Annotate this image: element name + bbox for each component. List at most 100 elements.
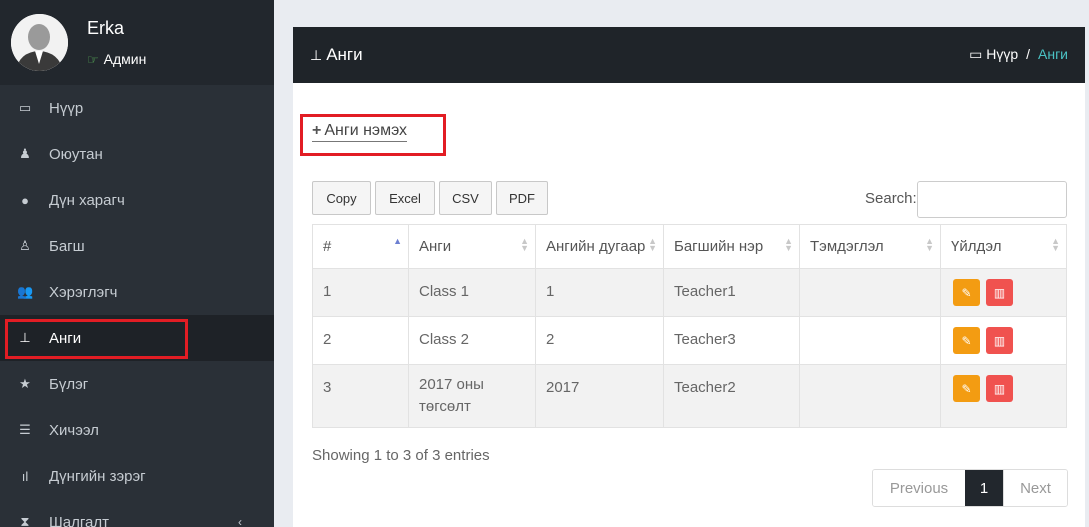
table-cell: 2 (312, 316, 409, 365)
table-cell: Class 2 (408, 316, 536, 365)
table-header-row: # ▲ Анги ▲ ▼ Ангийн дугаар ▲ ▼ Багшийн нэр ▲ ▼ … (312, 224, 1067, 269)
sidebar-item-label: Хичээл (49, 421, 99, 439)
sort-icon: ▲ ▼ (1051, 236, 1060, 253)
sidebar-item-label: Дүнгийн зэрэг (49, 467, 146, 485)
sidebar-item-teacher[interactable]: ♙ Багш (0, 223, 274, 269)
column-header-label: Ангийн дугаар (546, 238, 646, 255)
student-icon: ♟ (19, 146, 31, 161)
sidebar-item-label: Хэрэглэгч (49, 283, 118, 301)
breadcrumb-home[interactable]: Нүүр (986, 46, 1018, 62)
table-cell: 2017 (535, 364, 664, 428)
panel-header: ⊥ Анги ▭ Нүүр / Анги (293, 27, 1085, 83)
book-icon: ☰ (19, 422, 31, 437)
table-cell: 3 (312, 364, 409, 428)
edit-icon[interactable]: ✎ (953, 327, 980, 354)
highlight-box-sidebar (5, 319, 188, 359)
column-header[interactable]: Багшийн нэр ▲ ▼ (663, 224, 800, 269)
sidebar-item-label: Багш (49, 237, 85, 255)
breadcrumb-current: Анги (1038, 46, 1068, 62)
sort-icon: ▲ ▼ (648, 236, 657, 253)
table-cell (799, 268, 941, 317)
hourglass-icon: ⧗ (20, 514, 30, 527)
pagination: Previous 1 Next (872, 469, 1068, 507)
table-info: Showing 1 to 3 of 3 entries (312, 447, 490, 464)
sidebar-item-lesson[interactable]: ☰ Хичээл (0, 407, 274, 453)
trash-icon[interactable]: ▥ (986, 279, 1013, 306)
table-cell: Teacher3 (663, 316, 800, 365)
sort-icon: ▲ ▼ (784, 236, 793, 253)
column-header[interactable]: Ангийн дугаар ▲ ▼ (535, 224, 664, 269)
table-row: 1 Class 1 1 Teacher1 ✎ ▥ (312, 268, 1067, 317)
copy-button[interactable]: Copy (312, 181, 371, 215)
highlight-box-add (300, 114, 446, 156)
pdf-button[interactable]: PDF (496, 181, 548, 215)
edit-icon[interactable]: ✎ (953, 279, 980, 306)
sort-icon: ▲ ▼ (925, 236, 934, 253)
column-header[interactable]: Үйлдэл ▲ ▼ (940, 224, 1067, 269)
star-icon: ★ (19, 376, 31, 391)
teacher-icon: ♙ (19, 238, 31, 253)
table-cell: Teacher2 (663, 364, 800, 428)
table-row: 3 2017 оны төгсөлт 2017 Teacher2 ✎ ▥ (312, 364, 1067, 428)
sidebar-item-users[interactable]: 👥 Хэрэглэгч (0, 269, 274, 315)
page-title: ⊥ Анги (310, 45, 363, 65)
column-header-label: # (323, 238, 332, 255)
sidebar-item-student[interactable]: ♟ Оюутан (0, 131, 274, 177)
class-table: # ▲ Анги ▲ ▼ Ангийн дугаар ▲ ▼ Багшийн нэр ▲ ▼ … (312, 224, 1067, 428)
laptop-icon: ▭ (969, 46, 983, 62)
column-header[interactable]: Тэмдэглэл ▲ ▼ (799, 224, 941, 269)
sidebar-item-label: Шалгалт (49, 513, 109, 527)
column-header[interactable]: Анги ▲ ▼ (408, 224, 536, 269)
sidebar-item-grade-level[interactable]: ıl Дүнгийн зэрэг (0, 453, 274, 499)
users-icon: 👥 (17, 284, 34, 299)
signal-icon: ıl (21, 468, 29, 484)
sort-asc-icon: ▲ (393, 236, 402, 246)
column-header-label: Үйлдэл (951, 238, 1002, 255)
column-header-label: Багшийн нэр (674, 238, 764, 255)
next-button[interactable]: Next (1003, 470, 1067, 506)
search-label: Search: (865, 190, 917, 207)
table-cell: 2 (535, 316, 664, 365)
sidebar-item-label: Бүлэг (49, 375, 89, 393)
sitemap-icon: ⊥ (310, 46, 323, 63)
table-cell: 1 (535, 268, 664, 317)
sidebar-item-label: Нүүр (49, 99, 84, 117)
edit-icon[interactable]: ✎ (953, 375, 980, 402)
sidebar-item-label: Оюутан (49, 145, 103, 163)
previous-button[interactable]: Previous (873, 470, 965, 506)
sidebar-item-home[interactable]: ▭ Нүүр (0, 85, 274, 131)
csv-button[interactable]: CSV (439, 181, 492, 215)
table-cell: 2017 оны төгсөлт (408, 364, 536, 428)
column-header-label: Тэмдэглэл (810, 238, 884, 255)
column-header-label: Анги (419, 238, 452, 255)
sidebar-nav: ▭ Нүүр ♟ Оюутан ● Дүн харагч ♙ Багш 👥 Хэрэглэ… (0, 85, 274, 527)
user-name: Erka (87, 18, 125, 38)
actions-cell: ✎ ▥ (940, 268, 1067, 317)
user-role: ☞ Админ (87, 51, 146, 68)
sort-icon: ▲ ▼ (520, 236, 529, 253)
page-button[interactable]: 1 (965, 470, 1003, 506)
search-input[interactable] (917, 181, 1067, 218)
actions-cell: ✎ ▥ (940, 364, 1067, 428)
sidebar-item-group[interactable]: ★ Бүлэг (0, 361, 274, 407)
excel-button[interactable]: Excel (375, 181, 435, 215)
sidebar-item-grade-viewer[interactable]: ● Дүн харагч (0, 177, 274, 223)
hand-pointer-icon: ☞ (87, 52, 99, 67)
user-role-label: Админ (103, 51, 147, 67)
chevron-left-icon[interactable]: ‹ (238, 515, 242, 527)
table-row: 2 Class 2 2 Teacher3 ✎ ▥ (312, 316, 1067, 365)
trash-icon[interactable]: ▥ (986, 375, 1013, 402)
avatar[interactable] (11, 14, 68, 71)
table-cell: Class 1 (408, 268, 536, 317)
breadcrumb-separator: / (1026, 46, 1030, 62)
sidebar-item-exam[interactable]: ⧗ Шалгалт ‹ (0, 499, 274, 527)
sidebar-item-label: Дүн харагч (49, 191, 125, 209)
actions-cell: ✎ ▥ (940, 316, 1067, 365)
user-icon: ● (21, 192, 29, 208)
column-header[interactable]: # ▲ (312, 224, 409, 269)
breadcrumb: ▭ Нүүр / Анги (969, 46, 1068, 63)
sidebar: Erka ☞ Админ ▭ Нүүр ♟ Оюутан ● Дүн харагч ♙ Б… (0, 0, 274, 527)
trash-icon[interactable]: ▥ (986, 327, 1013, 354)
laptop-icon: ▭ (18, 100, 32, 115)
page-title-label: Анги (326, 45, 363, 64)
